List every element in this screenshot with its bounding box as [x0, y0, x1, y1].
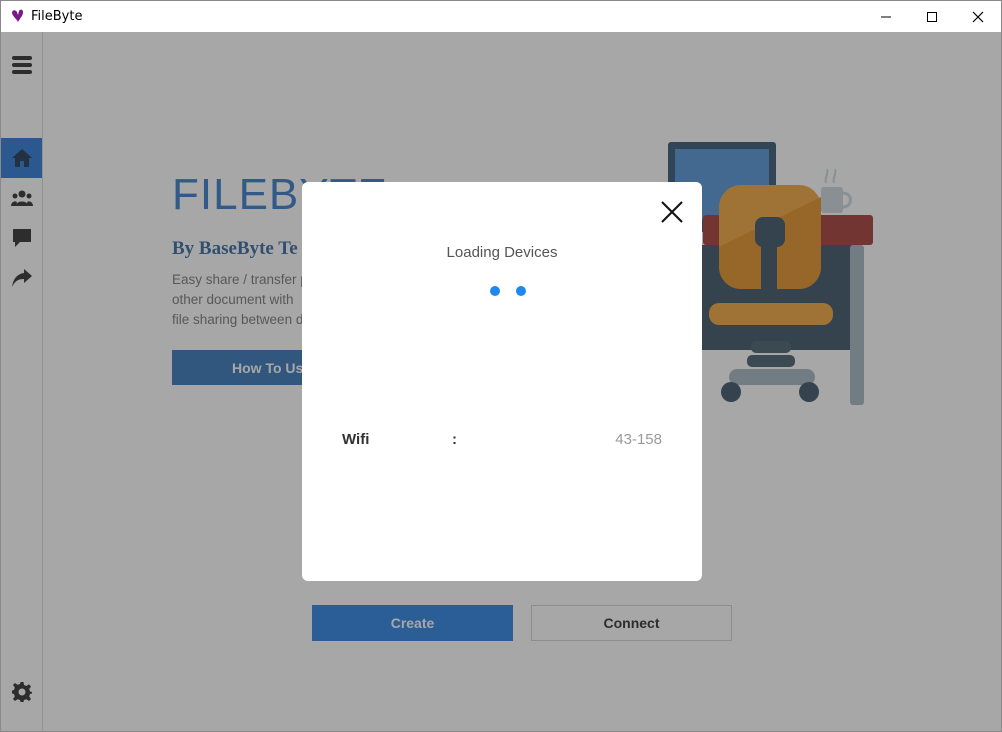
title-bar: FileByte — [1, 1, 1001, 32]
device-row-value: 43-158 — [615, 431, 662, 448]
maximize-icon — [927, 11, 937, 22]
app-window: FileByte FILEBYTE By BaseByte Te Easy sh… — [0, 0, 1002, 732]
device-row-separator: : — [452, 431, 457, 448]
loading-spinner-dot — [516, 286, 526, 296]
close-window-button[interactable] — [955, 1, 1001, 32]
butterfly-logo-icon — [12, 9, 23, 22]
dialog-title: Loading Devices — [446, 244, 558, 261]
close-icon — [972, 11, 984, 22]
minimize-button[interactable] — [863, 1, 909, 32]
loading-spinner-dot — [490, 286, 500, 296]
window-title: FileByte — [31, 9, 83, 24]
minimize-icon — [881, 16, 891, 17]
maximize-button[interactable] — [909, 1, 955, 32]
close-dialog-icon[interactable] — [658, 198, 686, 226]
device-row-label: Wifi — [342, 431, 370, 448]
loading-devices-dialog: Loading Devices Wifi : 43-158 — [302, 182, 702, 581]
